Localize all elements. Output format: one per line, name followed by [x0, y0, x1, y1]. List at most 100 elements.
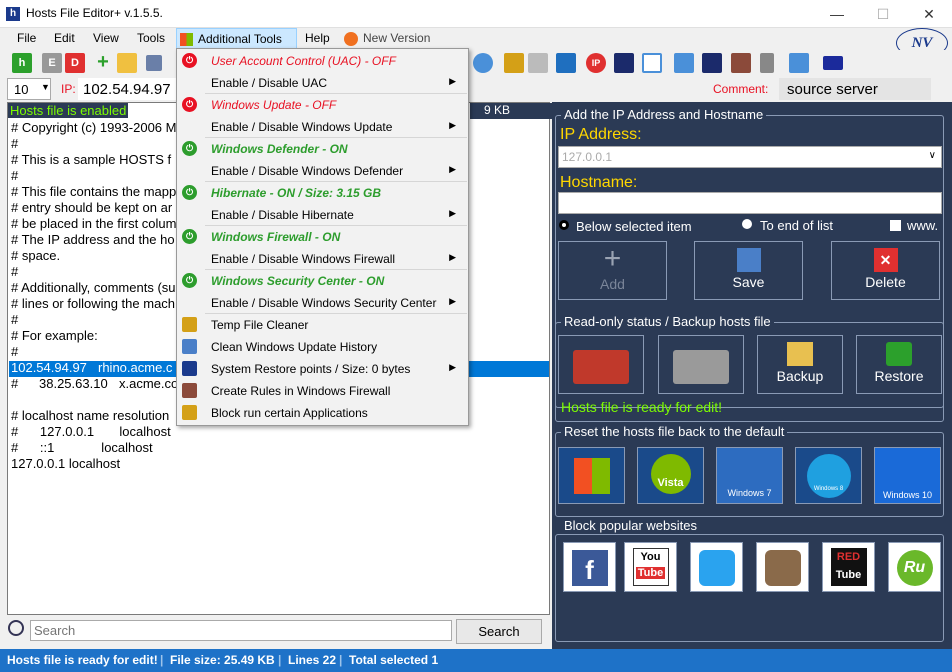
search-button[interactable]: Search [456, 619, 542, 644]
ip-address-label: IP Address: [560, 126, 642, 143]
comment-label: Comment: [713, 82, 769, 96]
hosts-line: # [11, 264, 19, 279]
menu-item[interactable]: Block run certain Applications [177, 402, 468, 424]
menu-item[interactable]: ⏻ Windows Firewall - ON [177, 226, 468, 248]
menu-item-label: Temp File Cleaner [211, 318, 309, 332]
menu-item-label: Hibernate - ON / Size: 3.15 GB [211, 186, 382, 200]
power-on-icon: ⏻ [182, 185, 197, 200]
save-disk-icon[interactable] [146, 55, 162, 71]
menu-item[interactable]: Clean Windows Update History [177, 336, 468, 358]
reset-win10-button[interactable]: Windows 10 [874, 447, 941, 504]
hostname-input[interactable] [558, 192, 942, 214]
menu-tools[interactable]: Tools [133, 31, 169, 45]
redtube-icon: RED Tube [830, 548, 867, 586]
add-button[interactable]: + Add [558, 241, 667, 300]
delete-d-icon[interactable]: D [65, 53, 85, 73]
lock-closed-icon [573, 350, 629, 384]
menu-item[interactable]: Temp File Cleaner [177, 314, 468, 336]
restore-button[interactable]: Restore [856, 335, 942, 394]
save-button[interactable]: Save [694, 241, 803, 300]
menu-item[interactable]: Enable / Disable UAC ▶ [177, 72, 468, 94]
menu-additional-tools[interactable]: Additional Tools [176, 28, 297, 50]
menu-item[interactable]: Enable / Disable Windows Defender ▶ [177, 160, 468, 182]
windows-xp-icon [573, 458, 610, 494]
menu-help[interactable]: Help [301, 31, 334, 45]
reset-vista-button[interactable]: Vista [637, 447, 704, 504]
menu-item[interactable]: System Restore points / Size: 0 bytes ▶ [177, 358, 468, 380]
menu-file[interactable]: File [13, 31, 40, 45]
network-icon[interactable] [614, 53, 634, 73]
menu-item[interactable]: Create Rules in Windows Firewall [177, 380, 468, 402]
expand-icon[interactable] [789, 53, 809, 73]
menu-item[interactable]: Enable / Disable Windows Security Center… [177, 292, 468, 314]
hosts-line: # This file contains the mapp [11, 184, 177, 199]
block-instagram-button[interactable] [756, 542, 809, 592]
menu-item-label: Enable / Disable Hibernate [211, 208, 354, 222]
frame-icon[interactable] [642, 53, 662, 73]
menu-item[interactable]: Enable / Disable Windows Firewall ▶ [177, 248, 468, 270]
gear-icon[interactable] [528, 53, 548, 73]
maximize-button[interactable]: ☐ [860, 0, 906, 28]
add-icon[interactable]: + [93, 52, 113, 73]
menu-item[interactable]: ⏻ User Account Control (UAC) - OFF [177, 50, 468, 72]
reset-xp-button[interactable] [558, 447, 625, 504]
box-icon[interactable] [731, 53, 751, 73]
reset-win8-button[interactable]: Windows 8 [795, 447, 862, 504]
ip-icon[interactable]: IP [586, 53, 606, 73]
lock-icon[interactable] [760, 53, 774, 73]
menu-item[interactable]: Enable / Disable Windows Update ▶ [177, 116, 468, 138]
block-twitter-button[interactable] [690, 542, 743, 592]
close-button[interactable]: ✕ [906, 0, 952, 28]
menu-item-label: Windows Update - OFF [211, 98, 337, 112]
chevron-right-icon: ▶ [449, 252, 456, 262]
ip-input[interactable]: 102.54.94.97 [78, 78, 178, 100]
menu-item-label: Block run certain Applications [211, 406, 368, 420]
menu-item[interactable]: ⏻ Windows Security Center - ON [177, 270, 468, 292]
block-group-title: Block popular websites [561, 518, 700, 533]
ip-address-input[interactable]: 127.0.0.1 ∨ [558, 146, 942, 168]
ip-bar: 10 ▼ IP: 102.54.94.97 Comment: source se… [0, 76, 952, 102]
cleaner-icon[interactable] [674, 53, 694, 73]
edit-icon[interactable]: E [42, 53, 62, 73]
windows-vista-icon: Vista [650, 454, 691, 494]
shield-icon[interactable] [504, 53, 524, 73]
hosts-line: # ::1 localhost [11, 440, 153, 455]
comment-input[interactable]: source server [779, 78, 931, 100]
chevron-right-icon: ▶ [449, 362, 456, 372]
menu-item[interactable]: ⏻ Hibernate - ON / Size: 3.15 GB [177, 182, 468, 204]
status-lines: Lines 22 [288, 653, 337, 667]
minimize-button[interactable]: — [814, 0, 860, 28]
globe-icon[interactable] [473, 53, 493, 73]
instagram-icon [764, 550, 801, 586]
flag-uk-icon[interactable] [823, 56, 843, 70]
block-facebook-button[interactable]: f [563, 542, 616, 592]
www-checkbox[interactable] [890, 220, 901, 231]
unlock-button[interactable] [658, 335, 744, 394]
menu-view[interactable]: View [89, 31, 123, 45]
firewall-icon[interactable] [702, 53, 722, 73]
delete-button[interactable]: ✕ Delete [831, 241, 940, 300]
hosts-icon[interactable]: h [12, 53, 32, 73]
radio-below[interactable] [559, 220, 569, 230]
count-select[interactable]: 10 ▼ [7, 78, 51, 100]
radio-end[interactable] [742, 219, 752, 229]
backup-button[interactable]: Backup [757, 335, 843, 394]
lock-button[interactable] [558, 335, 644, 394]
menu-item[interactable]: ⏻ Windows Defender - ON [177, 138, 468, 160]
open-folder-icon[interactable] [117, 53, 137, 73]
hosts-line: # 127.0.0.1 localhost [11, 424, 171, 439]
line-host2: x.acme.co [119, 376, 179, 391]
block-youtube-button[interactable]: You Tube [624, 542, 677, 592]
block-redtube-button[interactable]: RED Tube [822, 542, 875, 592]
windows-settings-icon[interactable] [556, 53, 576, 73]
menu-item-label: Clean Windows Update History [211, 340, 378, 354]
search-input[interactable] [30, 620, 452, 641]
menu-edit[interactable]: Edit [50, 31, 79, 45]
reset-win7-button[interactable]: Windows 7 [716, 447, 783, 504]
menu-new-version[interactable]: New Version [359, 31, 434, 45]
menu-item[interactable]: ⏻ Windows Update - OFF [177, 94, 468, 116]
file-size-fragment: 9 KB [470, 103, 552, 119]
count-value: 10 [14, 82, 29, 97]
menu-item[interactable]: Enable / Disable Hibernate ▶ [177, 204, 468, 226]
block-ru-button[interactable]: Ru [888, 542, 941, 592]
